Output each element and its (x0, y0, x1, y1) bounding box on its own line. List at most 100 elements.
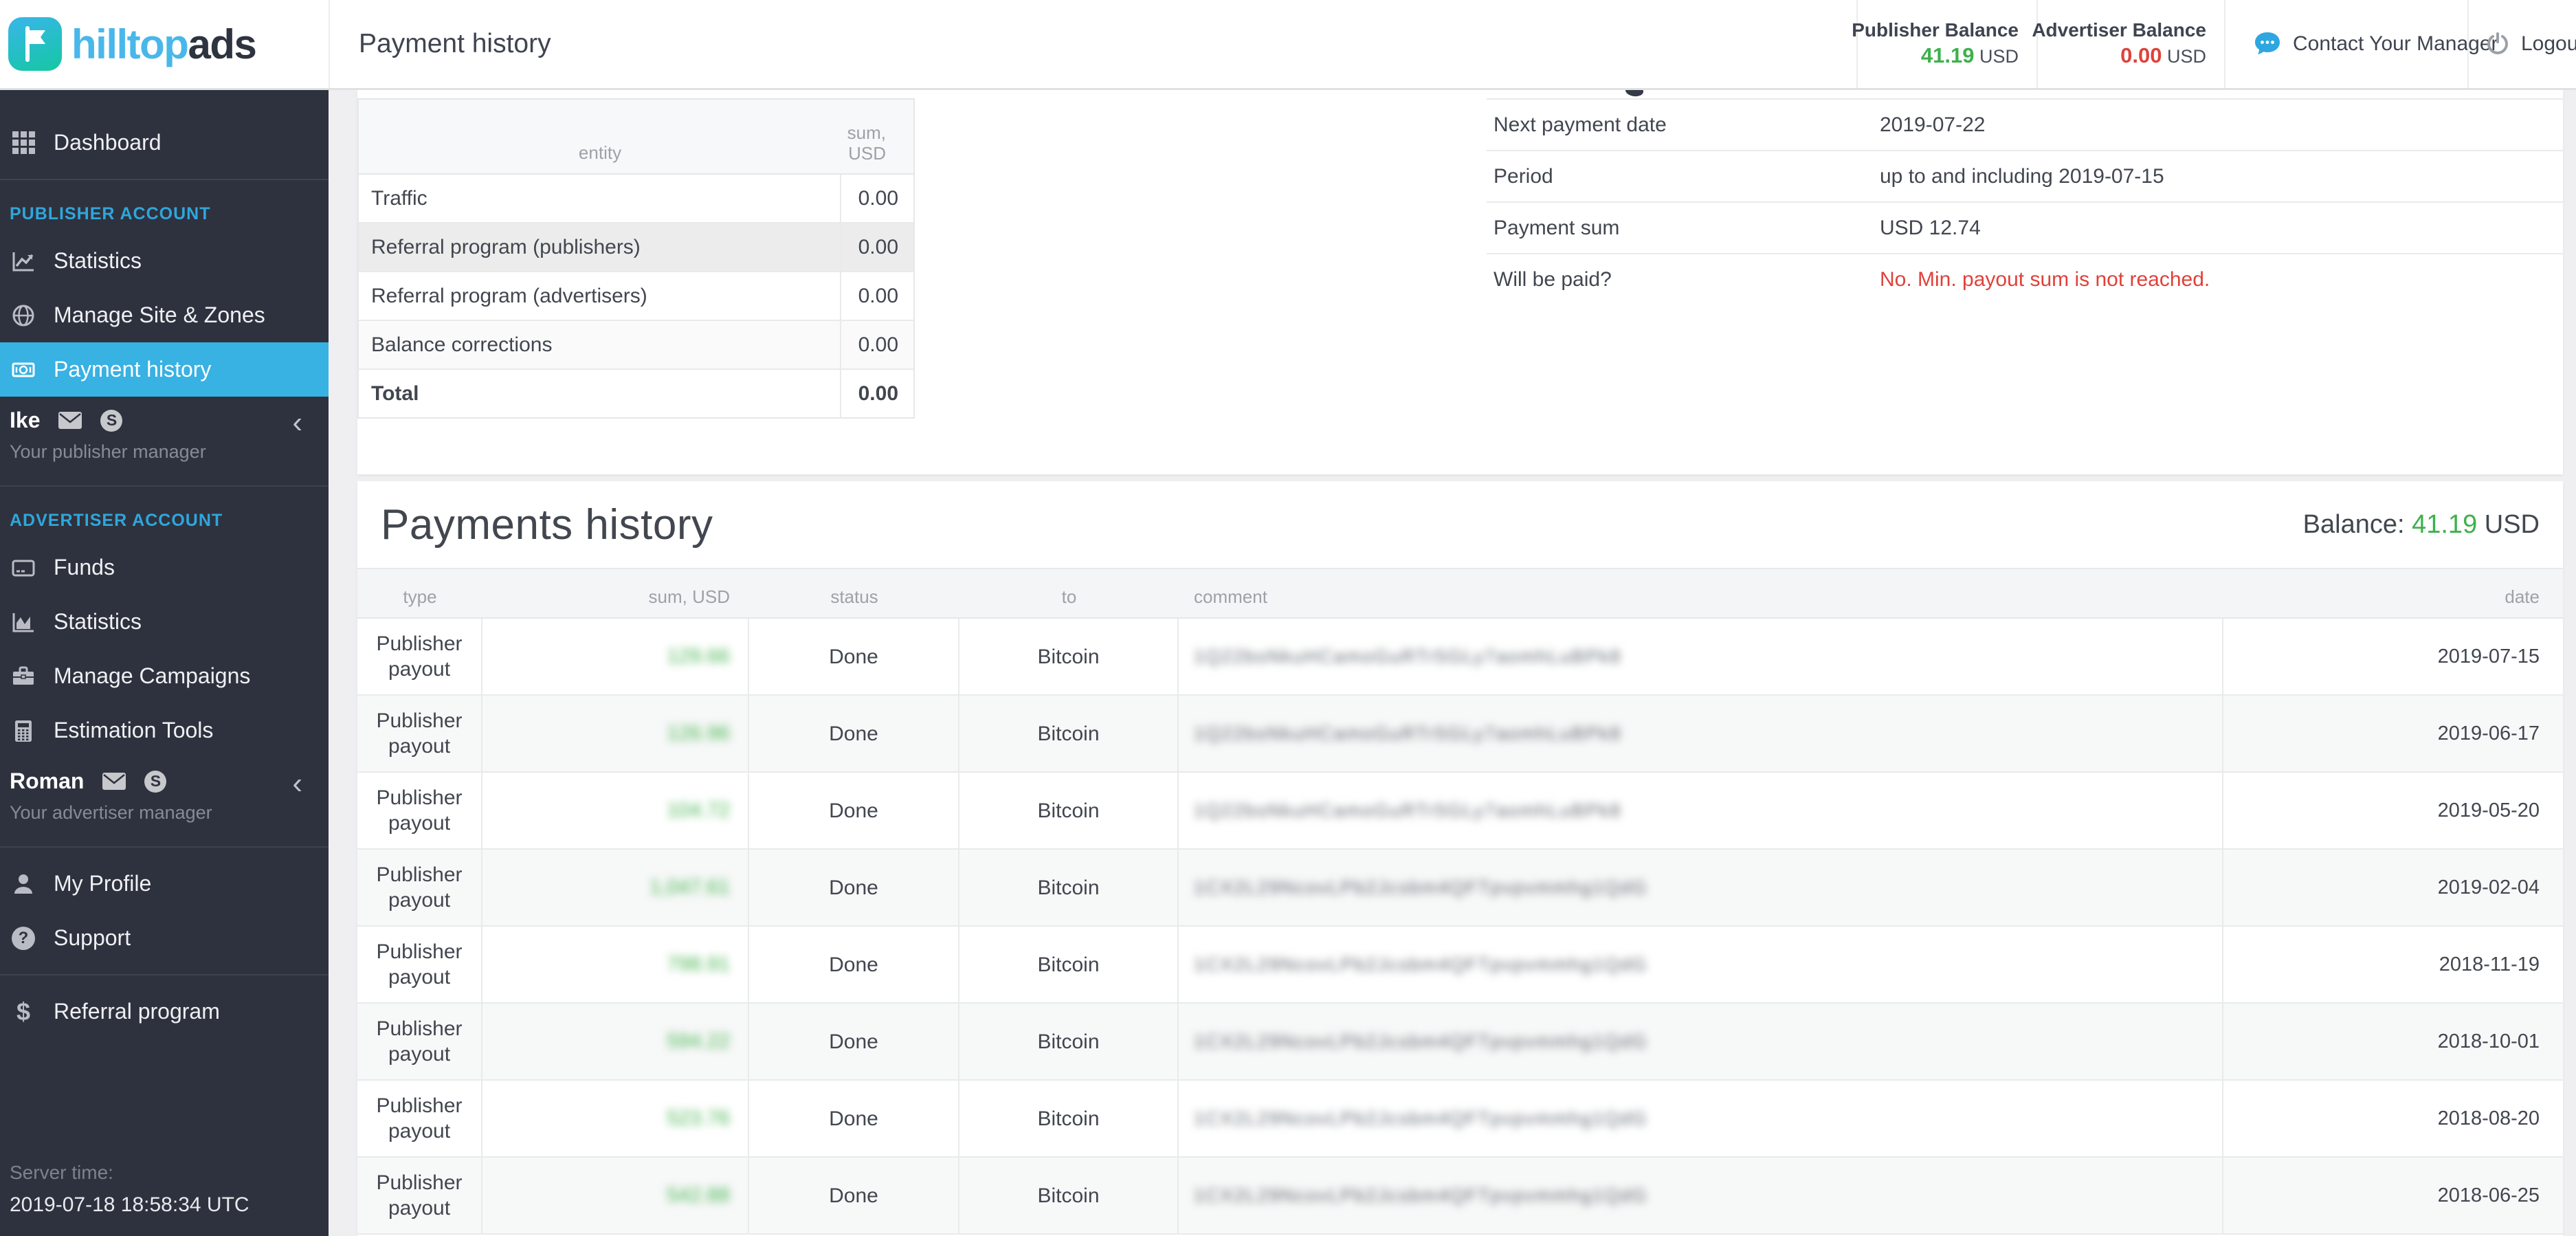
sidebar-item-label: Payment history (54, 357, 212, 382)
page-title: Payment history (359, 29, 551, 58)
payment-status: Done (749, 1158, 959, 1233)
payment-comment-value: 1Q22bsNkuHCamoGuRTr5GLy7aomhLuBPk8 (1194, 645, 1622, 667)
info-row-next-payment-date: Next payment date 2019-07-22 (1487, 98, 2563, 150)
sidebar-item-statistics[interactable]: Statistics (0, 234, 329, 288)
summary-entity: Referral program (advertisers) (359, 272, 841, 320)
sidebar-item-manage-site-zones[interactable]: Manage Site & Zones (0, 288, 329, 342)
briefcase-icon (8, 663, 38, 690)
payment-comment: 1CX2L29NcovLPb2Jcsbm4QFTpvpvmmhg1QdG (1179, 927, 2223, 1002)
payment-date: 2019-07-15 (2437, 645, 2540, 667)
payments-row: Publisher payout 129.66 Done Bitcoin 1Q22bsN… (357, 619, 2563, 696)
payment-type: Publisher payout (357, 850, 482, 925)
logo[interactable]: hilltopads (0, 0, 330, 88)
summary-entity: Referral program (publishers) (359, 223, 841, 271)
payment-date: 2019-06-17 (2437, 722, 2540, 744)
question-mark-glyph: ? (12, 926, 35, 950)
payment-comment-value: 1CX2L29NcovLPb2Jcsbm4QFTpvpvmmhg1QdG (1194, 953, 1648, 975)
sidebar-divider (0, 846, 329, 848)
sidebar-item-label: Statistics (54, 248, 142, 273)
payments-col-header-date: date (2505, 586, 2540, 607)
publisher-balance-currency: USD (1979, 45, 2019, 67)
payment-to: Bitcoin (959, 1158, 1179, 1233)
manager-subtitle: Your advertiser manager (10, 802, 212, 823)
manager-name: Roman (10, 769, 85, 793)
payment-to: Bitcoin (959, 1081, 1179, 1156)
payment-comment: 1Q22bsNkuHCamoGuRTr5GLy7aomhLuBPk8 (1179, 773, 2223, 848)
sidebar-item-statistics[interactable]: Statistics (0, 595, 329, 649)
payment-to: Bitcoin (959, 619, 1179, 694)
summary-row-referral-program-publishers: Referral program (publishers) 0.00 (359, 223, 913, 272)
payment-date: 2018-06-25 (2437, 1184, 2540, 1206)
sidebar-item-my-profile[interactable]: My Profile (0, 857, 329, 911)
summary-sum: 0.00 (858, 333, 898, 356)
chevron-left-icon[interactable]: ‹ (292, 769, 302, 799)
sidebar-section-label-publisher-account: PUBLISHER ACCOUNT (10, 204, 211, 223)
payment-sum: 798.91 (482, 927, 749, 1002)
payment-type: Publisher payout (357, 1004, 482, 1079)
sidebar-item-label: Estimation Tools (54, 718, 214, 742)
summary-sum: 0.00 (858, 235, 898, 258)
payment-date: 2019-02-04 (2437, 876, 2540, 898)
payment-sum: 129.66 (482, 619, 749, 694)
brand-flag-icon (8, 17, 62, 71)
sidebar-item-payment-history[interactable]: Payment history (0, 342, 329, 397)
contact-manager-button[interactable]: Contact Your Manager (2224, 0, 2498, 88)
payment-comment-value: 1Q22bsNkuHCamoGuRTr5GLy7aomhLuBPk8 (1194, 722, 1622, 744)
top-header: hilltopads Payment history Publisher Bal… (0, 0, 2576, 90)
sidebar-item-dashboard[interactable]: Dashboard (0, 115, 329, 170)
logout-button[interactable]: Logout (2467, 0, 2576, 88)
payment-comment: 1Q22bsNkuHCamoGuRTr5GLy7aomhLuBPk8 (1179, 696, 2223, 771)
info-row-payment-sum: Payment sum USD 12.74 (1487, 201, 2563, 253)
payments-row: Publisher payout 126.96 Done Bitcoin 1Q22bsN… (357, 696, 2563, 773)
dollar-glyph: $ (16, 997, 31, 1026)
sidebar-item-referral-program[interactable]: $ Referral program (0, 984, 329, 1039)
email-icon[interactable] (58, 411, 82, 430)
summary-row-traffic: Traffic 0.00 (359, 175, 913, 223)
info-row-will-be-paid: Will be paid? No. Min. payout sum is not … (1487, 253, 2563, 305)
payment-sum-value: 798.91 (667, 953, 730, 975)
payment-comment-value: 1CX2L29NcovLPb2Jcsbm4QFTpvpvmmhg1QdG (1194, 1030, 1648, 1052)
payment-sum-value: 126.96 (667, 722, 730, 744)
info-value: 2019-07-22 (1880, 113, 1986, 136)
email-icon[interactable] (102, 772, 126, 791)
payment-type: Publisher payout (357, 773, 482, 848)
payment-status: Done (749, 696, 959, 771)
skype-icon[interactable]: S (100, 409, 123, 432)
sidebar-item-label: Manage Site & Zones (54, 302, 265, 327)
info-label: Next payment date (1494, 113, 1667, 136)
sidebar-divider (0, 485, 329, 487)
sidebar-item-funds[interactable]: Funds (0, 540, 329, 595)
advertiser-balance-currency: USD (2166, 45, 2206, 67)
payment-sum-value: 542.88 (667, 1184, 730, 1206)
dashboard-grid-icon (8, 129, 38, 157)
info-label: Payment sum (1494, 216, 1620, 239)
payment-to: Bitcoin (959, 773, 1179, 848)
payment-to: Bitcoin (959, 850, 1179, 925)
skype-icon[interactable]: S (144, 770, 167, 793)
summary-row-balance-corrections: Balance corrections 0.00 (359, 321, 913, 370)
summary-entity: Total (359, 370, 841, 417)
sidebar-item-manage-campaigns[interactable]: Manage Campaigns (0, 649, 329, 703)
sidebar-item-label: Support (54, 925, 131, 950)
calculator-icon (8, 717, 38, 744)
payment-to: Bitcoin (959, 927, 1179, 1002)
manager-subtitle: Your publisher manager (10, 441, 206, 462)
sidebar: Dashboard PUBLISHER ACCOUNT Statistics Mana… (0, 90, 329, 1236)
info-value: No. Min. payout sum is not reached. (1880, 267, 2210, 291)
payment-status: Done (749, 1004, 959, 1079)
sidebar-item-estimation-tools[interactable]: Estimation Tools (0, 703, 329, 758)
payment-status: Done (749, 619, 959, 694)
chevron-left-icon[interactable]: ‹ (292, 408, 302, 438)
next-payment-info-table: Next payment date 2019-07-22 Period up to a… (1487, 98, 2563, 305)
payment-status: Done (749, 1081, 959, 1156)
payment-sum: 104.72 (482, 773, 749, 848)
payments-balance: Balance: 41.19 USD (2302, 509, 2540, 539)
sidebar-divider (0, 179, 329, 180)
power-icon (2485, 32, 2510, 56)
sidebar-item-label: Statistics (54, 609, 142, 634)
sidebar-item-support[interactable]: ? Support (0, 911, 329, 965)
payment-date: 2018-11-19 (2439, 953, 2540, 975)
summary-col-entity: entity (578, 142, 622, 163)
sidebar-item-label: Funds (54, 555, 115, 580)
payment-sum-value: 594.22 (667, 1030, 730, 1052)
